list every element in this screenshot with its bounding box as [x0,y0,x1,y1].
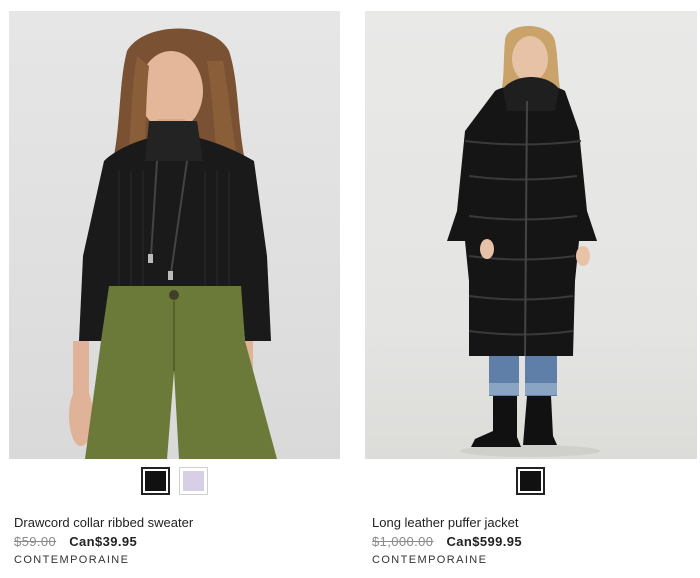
sale-price: Can$39.95 [69,534,138,549]
original-price: $59.00 [14,534,57,549]
swatch-fill [520,471,541,491]
product-card[interactable] [365,11,697,519]
model-photo-sweater [69,28,277,459]
product-image[interactable] [365,11,697,459]
product-prices: $1,000.00 Can$599.95 [372,534,522,550]
swatch-black[interactable] [516,467,545,495]
model-photo-puffer [447,26,600,457]
color-swatches [365,459,697,519]
color-swatches [9,459,340,519]
swatch-fill [183,471,204,491]
product-card[interactable] [9,11,340,519]
product-image[interactable] [9,11,340,459]
product-prices: $59.00 Can$39.95 [14,534,193,550]
sale-price: Can$599.95 [446,534,523,549]
swatch-lilac[interactable] [179,467,208,495]
product-info: Drawcord collar ribbed sweater $59.00 Ca… [14,515,193,567]
product-name[interactable]: Long leather puffer jacket [372,515,522,531]
product-brand: CONTEMPORAINE [14,554,130,566]
swatch-fill [145,471,166,491]
product-brand: CONTEMPORAINE [372,554,488,566]
original-price: $1,000.00 [372,534,434,549]
swatch-black[interactable] [141,467,170,495]
product-name[interactable]: Drawcord collar ribbed sweater [14,515,193,531]
product-info: Long leather puffer jacket $1,000.00 Can… [372,515,522,567]
